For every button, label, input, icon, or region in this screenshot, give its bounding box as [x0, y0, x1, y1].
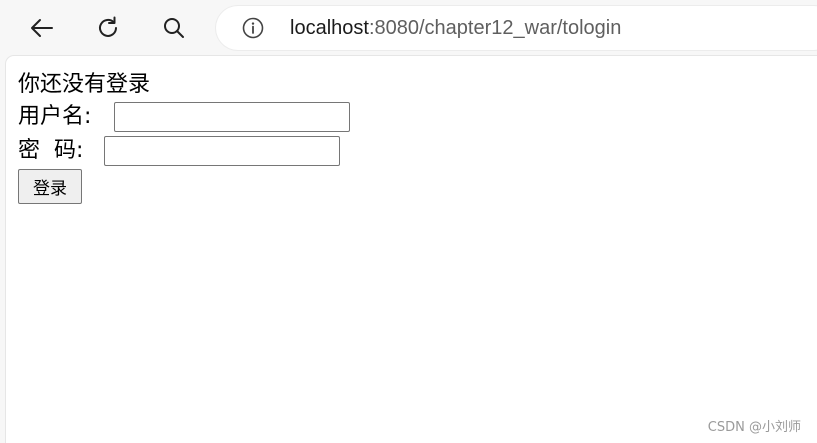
- search-icon: [164, 18, 184, 38]
- url-text[interactable]: localhost:8080/chapter12_war/tologin: [290, 16, 621, 40]
- address-bar[interactable]: localhost:8080/chapter12_war/tologin: [216, 6, 817, 50]
- login-button[interactable]: 登录: [18, 169, 82, 204]
- password-label: 密 码:: [18, 138, 84, 163]
- url-host: localhost: [290, 17, 369, 39]
- password-input[interactable]: [104, 136, 340, 166]
- reload-button[interactable]: [88, 8, 128, 48]
- page-heading: 你还没有登录: [18, 72, 151, 97]
- info-icon[interactable]: [242, 17, 264, 39]
- search-button[interactable]: [154, 8, 194, 48]
- browser-toolbar: localhost:8080/chapter12_war/tologin: [0, 0, 817, 56]
- watermark: CSDN @小刘师: [707, 420, 801, 435]
- back-arrow-icon: [31, 19, 53, 37]
- reload-icon: [99, 16, 117, 37]
- username-label: 用户名:: [18, 104, 92, 129]
- url-path: :8080/chapter12_war/tologin: [368, 17, 622, 39]
- page-content: 你还没有登录 用户名: 密 码: 登录 CSDN @小刘师: [6, 56, 817, 443]
- back-button[interactable]: [22, 8, 62, 48]
- username-input[interactable]: [114, 102, 350, 132]
